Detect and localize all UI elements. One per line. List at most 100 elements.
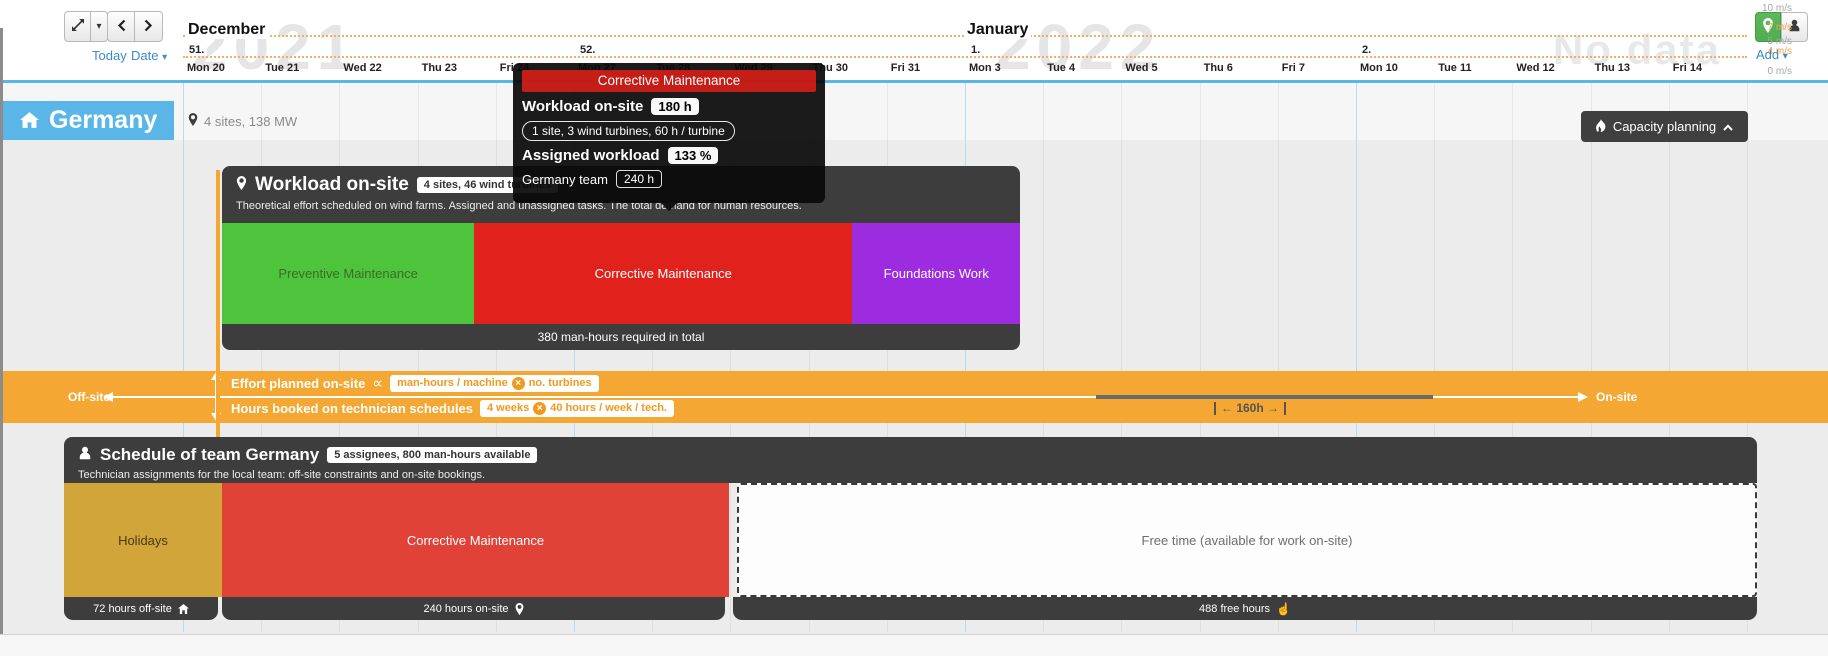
person-icon (78, 446, 92, 465)
workload-segment[interactable]: Foundations Work (852, 223, 1020, 324)
region-header-germany[interactable]: Germany (0, 101, 174, 140)
workload-total-footer: 380 man-hours required in total (222, 324, 1020, 350)
day-label: Tue 4 (1047, 62, 1075, 74)
day-label: Mon 3 (969, 62, 1001, 74)
home-icon (178, 604, 189, 614)
workload-segment-label: Preventive Maintenance (278, 266, 417, 281)
timescale-button-group: ▾ (64, 11, 108, 42)
booked-range-label: ← 160h → (1214, 402, 1286, 415)
workload-panel-title: Workload on-site (255, 174, 409, 196)
formula-right: 40 hours / week / tech. (550, 402, 667, 414)
wind-speed-label: 7 m/s (1712, 22, 1792, 33)
workload-connector-line (216, 170, 220, 437)
pin-icon (515, 603, 524, 615)
day-label: Mon 20 (187, 62, 225, 74)
day-label: Tue 11 (1438, 62, 1471, 74)
day-label: Fri 7 (1282, 62, 1305, 74)
schedule-footer: 488 free hours☝ (733, 597, 1757, 620)
schedule-panel: Schedule of team Germany 5 assignees, 80… (64, 437, 1757, 483)
schedule-block[interactable]: Corrective Maintenance (222, 483, 729, 597)
capacity-planning-app: 2021 2022 No data December January Mon 2… (0, 0, 1828, 656)
schedule-footers: 72 hours off-site240 hours on-site488 fr… (64, 597, 1757, 620)
day-label: Wed 22 (343, 62, 381, 74)
formula-right: no. turbines (529, 377, 592, 389)
day-label: Wed 5 (1125, 62, 1157, 74)
schedule-footer-label: 488 free hours (1199, 603, 1270, 615)
booking-formula-badge: 4 weeks × 40 hours / week / tech. (480, 400, 674, 417)
schedule-block-label: Corrective Maintenance (407, 533, 544, 548)
tooltip-assigned-label: Assigned workload (522, 147, 660, 164)
capacity-planning-button[interactable]: Capacity planning (1581, 111, 1748, 142)
workload-segment-label: Foundations Work (884, 266, 989, 281)
workload-segment-label: Corrective Maintenance (595, 266, 732, 281)
timescale-caret-button[interactable]: ▾ (91, 11, 108, 42)
formula-left: 4 weeks (487, 402, 529, 414)
next-period-button[interactable] (135, 11, 163, 42)
schedule-panel-subtitle: Technician assignments for the local tea… (78, 469, 1757, 481)
expand-diagonal-icon (71, 18, 85, 35)
region-summary: 4 sites, 138 MW (188, 113, 297, 129)
month-label-december: December (185, 21, 268, 39)
schedule-block[interactable]: Holidays (64, 483, 222, 597)
region-row-background (0, 83, 1828, 140)
add-link-label: Add (1756, 47, 1779, 62)
tooltip-title: Corrective Maintenance (522, 70, 816, 92)
wind-speed-label: 0 m/s (1712, 66, 1792, 77)
location-pin-icon (236, 176, 247, 195)
today-link[interactable]: Today (92, 48, 127, 63)
region-separator-line (0, 80, 1828, 83)
on-site-label: On-site (1596, 390, 1637, 404)
arrow-right-icon (1578, 392, 1588, 402)
day-label: Tue 21 (265, 62, 299, 74)
chevron-down-icon: ▾ (162, 52, 167, 63)
tooltip-workload-label: Workload on-site (522, 98, 643, 115)
schedule-footer-label: 240 hours on-site (424, 603, 509, 615)
home-icon (20, 106, 39, 135)
region-name: Germany (49, 106, 157, 135)
workload-bars: Preventive Maintenance Corrective Mainten… (222, 223, 1020, 324)
schedule-block-label: Free time (available for work on-site) (1142, 533, 1353, 548)
tooltip-detail-pill: 1 site, 3 wind turbines, 60 h / turbine (522, 121, 735, 141)
date-link[interactable]: Date ▾ (131, 48, 167, 63)
add-link[interactable]: Add ▾ (1756, 47, 1788, 62)
region-summary-label: 4 sites, 138 MW (204, 114, 297, 129)
week-number-label: 51. (186, 44, 207, 56)
booked-range-segment (1096, 395, 1433, 399)
day-label: Thu 13 (1595, 62, 1630, 74)
schedule-panel-header: Schedule of team Germany 5 assignees, 80… (64, 437, 1757, 483)
times-circle-icon: × (533, 402, 546, 415)
workload-segment[interactable]: Corrective Maintenance (474, 223, 852, 324)
chevron-down-icon: ▾ (96, 22, 101, 32)
date-nav-button-group (107, 11, 163, 42)
tooltip-workload-row: Workload on-site 180 h (522, 98, 816, 115)
effort-planned-row: Effort planned on-site ∝ man-hours / mac… (231, 373, 674, 393)
timescale-button[interactable] (64, 11, 91, 42)
schedule-panel-badge: 5 assignees, 800 man-hours available (327, 447, 537, 463)
schedule-footer: 240 hours on-site (222, 597, 725, 620)
chevron-right-icon (144, 19, 153, 35)
chevron-up-icon (1723, 119, 1733, 134)
capacity-planning-label: Capacity planning (1613, 119, 1716, 134)
location-pin-icon (188, 113, 198, 129)
day-label: Fri 14 (1673, 62, 1702, 74)
tooltip: Corrective Maintenance Workload on-site … (513, 63, 825, 203)
tooltip-workload-value: 180 h (651, 98, 698, 115)
workload-segment[interactable]: Preventive Maintenance (222, 223, 474, 324)
window-left-edge (0, 28, 3, 634)
day-label: Wed 12 (1516, 62, 1554, 74)
tooltip-team-row: Germany team 240 h (522, 170, 816, 188)
schedule-panel-title: Schedule of team Germany (100, 445, 319, 465)
week-number-label: 52. (577, 44, 598, 56)
month-label-january: January (964, 21, 1031, 39)
effort-formula-badge: man-hours / machine × no. turbines (390, 375, 599, 392)
tooltip-assigned-value: 133 % (668, 147, 719, 164)
formula-left: man-hours / machine (397, 377, 508, 389)
tooltip-team-label: Germany team (522, 172, 608, 187)
schedule-block[interactable]: Free time (available for work on-site) (737, 483, 1757, 597)
tooltip-assigned-row: Assigned workload 133 % (522, 147, 816, 164)
week-number-label: 1. (968, 44, 983, 56)
prev-period-button[interactable] (107, 11, 135, 42)
wind-speed-label: 10 m/s (1712, 3, 1792, 14)
bottom-divider (0, 634, 1828, 635)
fire-icon (1596, 119, 1606, 135)
